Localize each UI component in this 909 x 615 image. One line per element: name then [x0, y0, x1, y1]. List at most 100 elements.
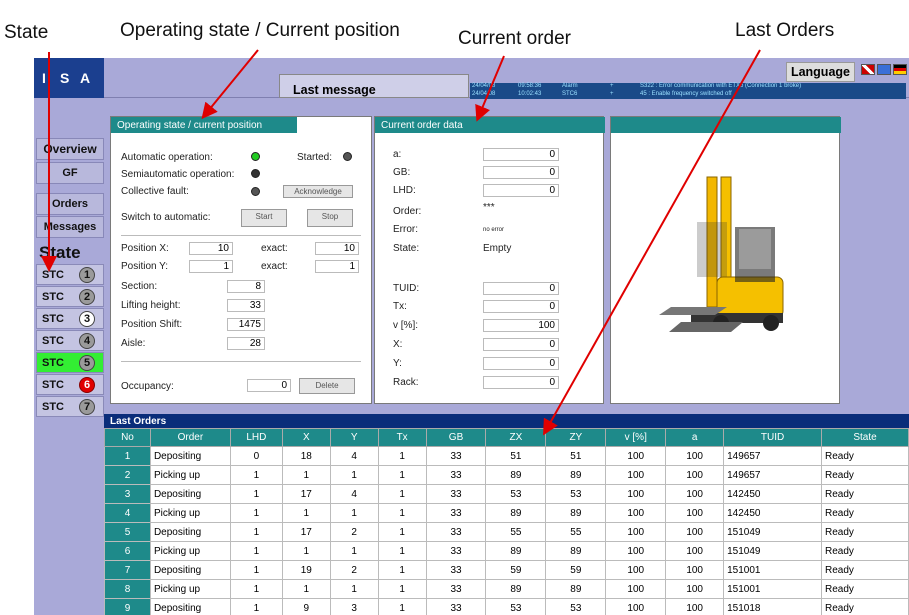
- table-cell: 100: [605, 541, 667, 561]
- gb-field: 0: [483, 166, 559, 179]
- isa-app-window: I S A Overview GF Orders Messages State …: [34, 58, 909, 615]
- stc-label: STC: [42, 313, 64, 325]
- message-sign: +: [610, 83, 614, 89]
- table-cell: 100: [605, 446, 667, 466]
- table-row[interactable]: 9 Depositing 1 9 3 1 33 53 53 100 100 151018 Ready: [104, 598, 909, 615]
- collective-fault-led-icon: [251, 187, 260, 196]
- column-header[interactable]: X: [281, 428, 331, 447]
- table-row[interactable]: 1 Depositing 0 18 4 1 33 51 51 100 100 149657 Ready: [104, 446, 909, 466]
- automatic-led-icon: [251, 152, 260, 161]
- stc-6[interactable]: STC 6: [36, 374, 104, 395]
- table-cell: 1: [377, 446, 427, 466]
- nav-overview[interactable]: Overview: [36, 138, 104, 160]
- table-cell: 1: [329, 465, 379, 485]
- message-sign: +: [610, 91, 614, 97]
- stc-1[interactable]: STC 1: [36, 264, 104, 285]
- table-cell: Ready: [821, 484, 909, 504]
- table-cell: 17: [281, 484, 331, 504]
- isa-logo: I S A: [34, 58, 104, 98]
- table-cell: 6: [104, 541, 151, 561]
- stc-5[interactable]: STC 5: [36, 352, 104, 373]
- column-header[interactable]: ZY: [545, 428, 607, 447]
- column-header[interactable]: No: [104, 428, 151, 447]
- column-header[interactable]: ZX: [485, 428, 547, 447]
- column-header[interactable]: v [%]: [605, 428, 667, 447]
- flag-germany-icon[interactable]: [893, 64, 907, 75]
- vehicle-image-panel: [610, 116, 841, 404]
- exact-x-label: exact:: [261, 243, 288, 254]
- aisle-field: 28: [227, 337, 265, 350]
- message-row[interactable]: 24/04/08 10:02:43 STC6 + 45 : Enable fre…: [470, 91, 906, 99]
- lhd-label: LHD:: [393, 185, 416, 196]
- column-header[interactable]: GB: [425, 428, 487, 447]
- column-header[interactable]: State: [821, 428, 909, 447]
- table-cell: 151049: [723, 541, 822, 561]
- logo-letter-a: A: [80, 70, 91, 86]
- stc-label: STC: [42, 335, 64, 347]
- screenshot-stage: { "annotations": { "state": "State", "op…: [0, 0, 909, 615]
- stop-button[interactable]: Stop: [307, 209, 353, 227]
- v-label: v [%]:: [393, 320, 419, 331]
- table-row[interactable]: 4 Picking up 1 1 1 1 33 89 89 100 100 142450 Ready: [104, 503, 909, 523]
- table-cell: 17: [281, 522, 331, 542]
- table-row[interactable]: 8 Picking up 1 1 1 1 33 89 89 100 100 151001 Ready: [104, 579, 909, 599]
- position-x-label: Position X:: [121, 243, 169, 254]
- table-cell: 100: [605, 598, 667, 615]
- column-header[interactable]: Y: [329, 428, 379, 447]
- last-orders-table: No Order LHD X Y Tx GB ZX ZY v [%] a TUI…: [104, 428, 909, 615]
- message-row[interactable]: 24/04/08 09:58:36 Alarm + S322 : Error c…: [470, 83, 906, 91]
- annotation-current-order: Current order: [458, 28, 571, 49]
- table-cell: 4: [329, 446, 379, 466]
- message-text: 45 : Enable frequency switched off: [640, 91, 732, 97]
- column-header[interactable]: TUID: [723, 428, 822, 447]
- message-time: 09:58:36: [518, 83, 542, 89]
- last-orders-title: Last Orders: [104, 414, 909, 428]
- lifting-height-label: Lifting height:: [121, 300, 181, 311]
- started-led-icon: [343, 152, 352, 161]
- flag-uk-icon[interactable]: [861, 64, 875, 75]
- semiautomatic-label: Semiautomatic operation:: [121, 169, 235, 180]
- stc-7[interactable]: STC 7: [36, 396, 104, 417]
- column-header[interactable]: a: [665, 428, 725, 447]
- column-header[interactable]: LHD: [229, 428, 283, 447]
- acknowledge-button[interactable]: Acknowledge: [283, 185, 353, 198]
- table-cell: 0: [229, 446, 283, 466]
- column-header[interactable]: Tx: [377, 428, 427, 447]
- table-cell: 19: [281, 560, 331, 580]
- stc-4[interactable]: STC 4: [36, 330, 104, 351]
- table-cell: 2: [104, 465, 151, 485]
- last-message-list[interactable]: 24/04/08 09:58:36 Alarm + S322 : Error c…: [470, 83, 906, 99]
- table-cell: 55: [545, 522, 607, 542]
- table-cell: 1: [329, 541, 379, 561]
- table-row[interactable]: 2 Picking up 1 1 1 1 33 89 89 100 100 149657 Ready: [104, 465, 909, 485]
- table-cell: 1: [229, 503, 283, 523]
- table-row[interactable]: 5 Depositing 1 17 2 1 33 55 55 100 100 151049 Ready: [104, 522, 909, 542]
- nav-messages[interactable]: Messages: [36, 216, 104, 238]
- semiautomatic-led-icon: [251, 169, 260, 178]
- table-cell: 33: [425, 598, 487, 615]
- table-cell: Ready: [821, 446, 909, 466]
- table-row[interactable]: 3 Depositing 1 17 4 1 33 53 53 100 100 142450 Ready: [104, 484, 909, 504]
- table-cell: 100: [665, 484, 725, 504]
- table-cell: 3: [329, 598, 379, 615]
- current-order-panel: Current order data a: 0 GB: 0 LHD: 0 Ord…: [374, 116, 605, 404]
- stc-3[interactable]: STC 3: [36, 308, 104, 329]
- column-header[interactable]: Order: [149, 428, 231, 447]
- flag-eu-icon[interactable]: [877, 64, 891, 75]
- table-cell: 100: [605, 522, 667, 542]
- table-cell: Ready: [821, 465, 909, 485]
- stc-2[interactable]: STC 2: [36, 286, 104, 307]
- table-row[interactable]: 7 Depositing 1 19 2 1 33 59 59 100 100 151001 Ready: [104, 560, 909, 580]
- nav-gf[interactable]: GF: [36, 162, 104, 184]
- lifting-height-field: 33: [227, 299, 265, 312]
- table-cell: 1: [377, 579, 427, 599]
- gb-label: GB:: [393, 167, 411, 178]
- table-cell: 53: [545, 484, 607, 504]
- table-row[interactable]: 6 Picking up 1 1 1 1 33 89 89 100 100 151049 Ready: [104, 541, 909, 561]
- message-date: 24/04/08: [472, 91, 496, 97]
- annotation-operating: Operating state / Current position: [120, 20, 400, 41]
- table-cell: 1: [377, 465, 427, 485]
- nav-orders[interactable]: Orders: [36, 193, 104, 215]
- start-button[interactable]: Start: [241, 209, 287, 227]
- delete-button[interactable]: Delete: [299, 378, 355, 394]
